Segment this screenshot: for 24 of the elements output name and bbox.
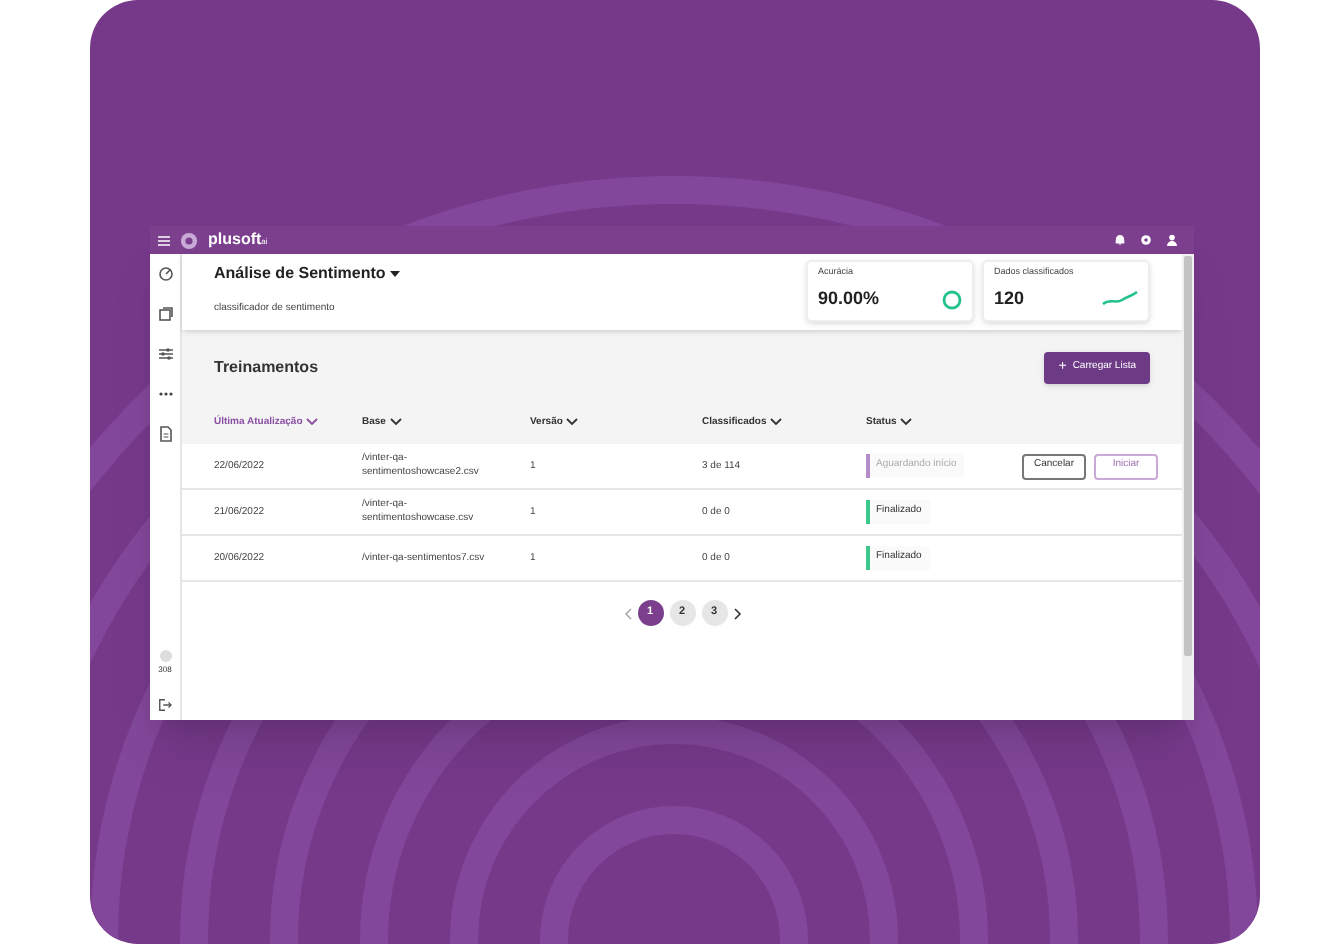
metric-value: 120 xyxy=(994,289,1025,307)
page-title: Análise de Sentimento xyxy=(214,266,386,282)
copy-icon[interactable] xyxy=(157,306,173,322)
menu-icon[interactable] xyxy=(158,235,170,245)
next-page-icon[interactable] xyxy=(733,608,741,620)
logo-icon xyxy=(180,231,198,249)
user-icon[interactable] xyxy=(1166,234,1178,246)
trend-line-icon xyxy=(1102,290,1138,306)
logout-icon[interactable] xyxy=(158,698,172,712)
ring-icon xyxy=(942,289,962,309)
document-icon[interactable] xyxy=(157,426,173,442)
settings-icon[interactable] xyxy=(1140,234,1152,246)
caret-icon[interactable] xyxy=(389,270,400,278)
chevron-icon xyxy=(770,418,783,426)
metric-value: 90.00% xyxy=(818,290,880,308)
chevron-icon xyxy=(389,418,402,426)
section-title: Treinamentos xyxy=(214,355,319,379)
chevron-icon xyxy=(306,418,319,426)
dashboard-icon[interactable] xyxy=(157,266,173,282)
chevron-icon xyxy=(900,418,913,426)
bell-icon[interactable] xyxy=(1114,234,1126,246)
sliders-icon[interactable] xyxy=(157,346,173,362)
chevron-icon xyxy=(566,418,579,426)
scrollbar[interactable] xyxy=(1182,254,1194,720)
